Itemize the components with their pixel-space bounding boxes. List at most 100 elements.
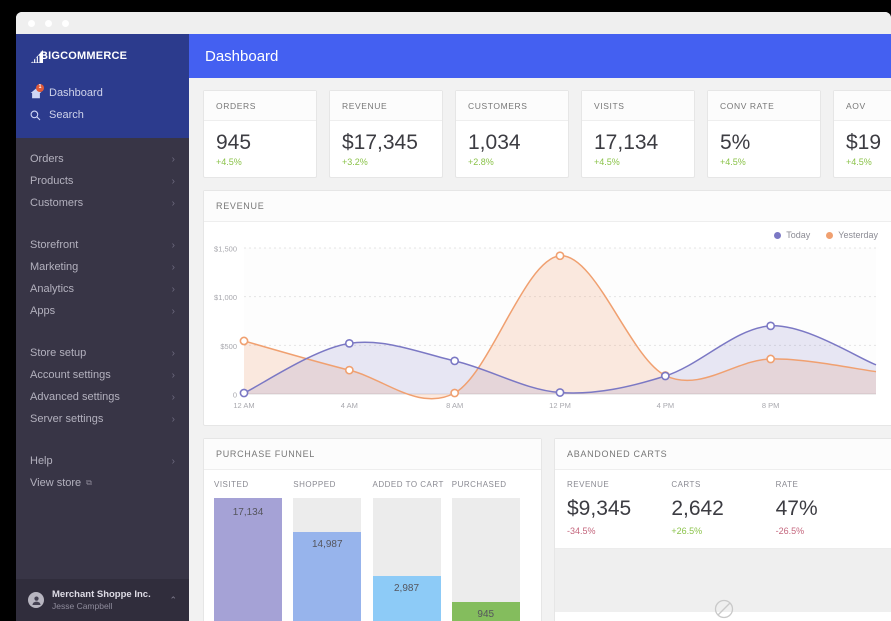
funnel-bar-track: 945	[452, 498, 520, 621]
chevron-right-icon: ›	[172, 154, 175, 165]
stat-value: 945	[204, 121, 316, 157]
cart-metric-value: 2,642	[671, 497, 775, 521]
stat-delta: +4.5%	[582, 157, 694, 177]
funnel-step-added-to-cart[interactable]: ADDED TO CART 2,987	[373, 480, 452, 621]
svg-text:12 PM: 12 PM	[549, 401, 571, 410]
stat-card-revenue[interactable]: REVENUE $17,345 +3.2%	[329, 90, 443, 178]
funnel-step-value: 945	[452, 609, 520, 620]
page-header: Dashboard	[189, 34, 891, 78]
sidebar-item-analytics[interactable]: Analytics ›	[16, 278, 189, 300]
carts-panel-title: ABANDONED CARTS	[555, 439, 891, 470]
notification-badge: 1	[36, 84, 44, 92]
revenue-panel-title: REVENUE	[204, 191, 891, 222]
sidebar-item-storefront[interactable]: Storefront ›	[16, 234, 189, 256]
sidebar: BIG COMMERCE 1 Dashboard	[16, 34, 189, 621]
sidebar-group-support: Help › View store ⧉	[16, 440, 189, 504]
funnel-step-visited[interactable]: VISITED 17,134	[214, 480, 293, 621]
sidebar-item-apps[interactable]: Apps ›	[16, 300, 189, 322]
chevron-right-icon: ›	[172, 414, 175, 425]
cart-metric-rate[interactable]: RATE 47% -26.5%	[776, 480, 880, 536]
sidebar-primary-nav: 1 Dashboard Search	[16, 78, 189, 138]
stat-label: REVENUE	[330, 91, 442, 121]
chevron-right-icon: ›	[172, 240, 175, 251]
stat-label: AOV	[834, 91, 891, 121]
cart-metric-delta: -34.5%	[567, 526, 671, 536]
sidebar-item-advanced-settings[interactable]: Advanced settings ›	[16, 386, 189, 408]
stat-value: $17,345	[330, 121, 442, 157]
cart-metric-delta: +26.5%	[671, 526, 775, 536]
brand-logo[interactable]: BIG COMMERCE	[16, 34, 189, 78]
funnel-columns: VISITED 17,134 SHOPPED	[214, 480, 531, 621]
browser-window: BIG COMMERCE 1 Dashboard	[16, 12, 891, 621]
user-account-bar[interactable]: Merchant Shoppe Inc. Jesse Campbell ⌃	[16, 579, 189, 621]
legend-item-yesterday[interactable]: Yesterday	[826, 230, 878, 240]
legend-item-today[interactable]: Today	[774, 230, 810, 240]
chevron-right-icon: ›	[172, 306, 175, 317]
sidebar-item-label-account-settings: Account settings	[30, 369, 111, 381]
funnel-step-label: PURCHASED	[452, 480, 531, 489]
sidebar-item-view-store[interactable]: View store ⧉	[16, 472, 189, 494]
sidebar-item-orders[interactable]: Orders ›	[16, 148, 189, 170]
sidebar-item-label-storefront: Storefront	[30, 239, 78, 251]
sidebar-item-server-settings[interactable]: Server settings ›	[16, 408, 189, 430]
funnel-bar-track: 17,134	[214, 498, 282, 621]
search-icon	[30, 110, 49, 121]
sidebar-header: BIG COMMERCE 1 Dashboard	[16, 34, 189, 138]
stat-label: CONV RATE	[708, 91, 820, 121]
window-titlebar	[16, 12, 891, 34]
svg-text:12 AM: 12 AM	[233, 401, 254, 410]
sidebar-item-label-dashboard: Dashboard	[49, 87, 103, 99]
cart-metric-carts[interactable]: CARTS 2,642 +26.5%	[671, 480, 775, 536]
window-minimize-dot[interactable]	[45, 20, 52, 27]
window-maximize-dot[interactable]	[62, 20, 69, 27]
sidebar-item-products[interactable]: Products ›	[16, 170, 189, 192]
cart-metric-revenue[interactable]: REVENUE $9,345 -34.5%	[567, 480, 671, 536]
chevron-up-icon: ⌃	[169, 595, 177, 606]
external-link-icon: ⧉	[86, 478, 92, 488]
sidebar-item-label-store-setup: Store setup	[30, 347, 86, 359]
chevron-right-icon: ›	[172, 392, 175, 403]
sidebar-item-help[interactable]: Help ›	[16, 450, 189, 472]
legend-swatch-today	[774, 232, 781, 239]
sidebar-item-marketing[interactable]: Marketing ›	[16, 256, 189, 278]
stat-card-customers[interactable]: CUSTOMERS 1,034 +2.8%	[455, 90, 569, 178]
abandoned-carts-panel: ABANDONED CARTS REVENUE $9,345 -34.5% CA…	[554, 438, 891, 621]
stat-label: CUSTOMERS	[456, 91, 568, 121]
revenue-panel: REVENUE Today Yesterday 0	[203, 190, 891, 426]
funnel-step-purchased[interactable]: PURCHASED 945	[452, 480, 531, 621]
funnel-step-value: 14,987	[293, 539, 361, 550]
sidebar-item-label-search: Search	[49, 109, 84, 121]
sidebar-item-search[interactable]: Search	[16, 104, 189, 126]
stat-card-orders[interactable]: ORDERS 945 +4.5%	[203, 90, 317, 178]
sidebar-item-label-advanced-settings: Advanced settings	[30, 391, 120, 403]
stat-card-conv-rate[interactable]: CONV RATE 5% +4.5%	[707, 90, 821, 178]
svg-text:0: 0	[233, 391, 237, 400]
cart-metric-label: REVENUE	[567, 480, 671, 489]
sidebar-item-label-customers: Customers	[30, 197, 83, 209]
stat-delta: +4.5%	[204, 157, 316, 177]
stat-card-visits[interactable]: VISITS 17,134 +4.5%	[581, 90, 695, 178]
funnel-step-value: 2,987	[373, 583, 441, 594]
stat-delta: +4.5%	[834, 157, 891, 177]
stat-value: $19	[834, 121, 891, 157]
stat-delta: +2.8%	[456, 157, 568, 177]
chevron-right-icon: ›	[172, 456, 175, 467]
stat-card-aov[interactable]: AOV $19 +4.5%	[833, 90, 891, 178]
home-icon: 1	[30, 88, 49, 99]
funnel-bar-track: 2,987	[373, 498, 441, 621]
sidebar-item-dashboard[interactable]: 1 Dashboard	[16, 82, 189, 104]
sidebar-item-label-server-settings: Server settings	[30, 413, 103, 425]
funnel-step-shopped[interactable]: SHOPPED 14,987	[293, 480, 372, 621]
cart-metric-label: RATE	[776, 480, 880, 489]
revenue-chart[interactable]: Today Yesterday 0$500$1,000$1,50012 AM4 …	[204, 222, 891, 425]
stat-label: ORDERS	[204, 91, 316, 121]
svg-text:4 PM: 4 PM	[657, 401, 675, 410]
carts-empty-state	[555, 548, 891, 612]
chevron-right-icon: ›	[172, 198, 175, 209]
sidebar-item-account-settings[interactable]: Account settings ›	[16, 364, 189, 386]
sidebar-item-customers[interactable]: Customers ›	[16, 192, 189, 214]
sidebar-item-store-setup[interactable]: Store setup ›	[16, 342, 189, 364]
chart-svg: 0$500$1,000$1,50012 AM4 AM8 AM12 PM4 PM8…	[204, 222, 891, 425]
sidebar-item-label-orders: Orders	[30, 153, 64, 165]
window-close-dot[interactable]	[28, 20, 35, 27]
